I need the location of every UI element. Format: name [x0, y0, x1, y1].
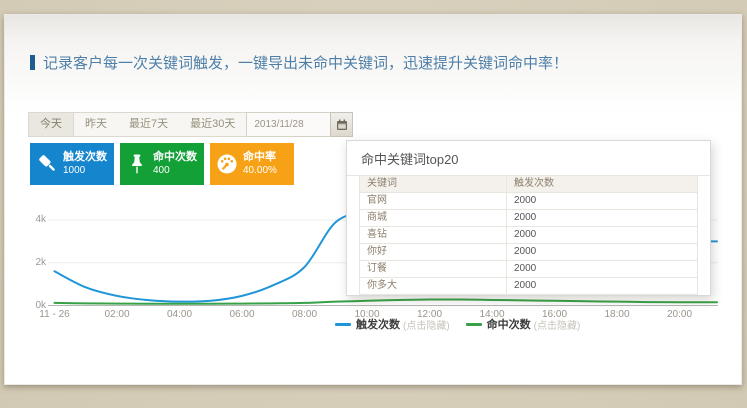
legend-hint: (点击隐藏)	[403, 317, 450, 332]
legend-label: 触发次数	[356, 316, 400, 332]
calendar-icon	[336, 119, 348, 131]
column-header-keyword: 关键词	[360, 176, 507, 193]
y-axis-tick: 4k	[24, 214, 46, 225]
table-header-row: 关键词 触发次数	[360, 176, 698, 193]
legend-label: 命中次数	[487, 316, 531, 332]
table-row: 商城2000	[360, 210, 698, 227]
stat-card-hit-rate[interactable]: 命中率 40.00%	[210, 143, 294, 185]
legend-hint: (点击隐藏)	[534, 317, 581, 332]
date-range-toolbar: 今天 昨天 最近7天 最近30天	[28, 112, 320, 137]
table-row: 喜钻2000	[360, 227, 698, 244]
cell-trigger-count: 2000	[507, 210, 698, 227]
popup-title: 命中关键词top20	[361, 149, 696, 168]
column-header-trigger-count: 触发次数	[507, 176, 698, 193]
stat-label: 命中次数	[153, 151, 197, 165]
cell-keyword: 订餐	[360, 261, 507, 278]
x-axis-tick: 06:00	[229, 309, 254, 320]
x-axis-tick: 18:00	[604, 309, 629, 320]
tab-today[interactable]: 今天	[28, 113, 74, 136]
stat-label: 命中率	[243, 151, 277, 165]
legend-item-triggers[interactable]: 触发次数 (点击隐藏)	[335, 316, 450, 332]
cell-keyword: 喜钻	[360, 227, 507, 244]
stat-cards: 触发次数 1000 命中次数 400	[30, 143, 294, 185]
date-input[interactable]	[246, 112, 330, 137]
legend-swatch-triggers	[335, 323, 351, 326]
cell-trigger-count: 2000	[507, 261, 698, 278]
stat-value: 1000	[63, 165, 107, 178]
table-row: 订餐2000	[360, 261, 698, 278]
x-axis-tick: 20:00	[667, 309, 692, 320]
tab-last7days[interactable]: 最近7天	[118, 113, 179, 136]
cell-trigger-count: 2000	[507, 193, 698, 210]
x-axis-tick: 11 - 26	[39, 309, 69, 320]
x-axis-tick: 08:00	[292, 309, 317, 320]
chart-legend: 触发次数 (点击隐藏) 命中次数 (点击隐藏)	[335, 316, 580, 332]
cell-trigger-count: 2000	[507, 227, 698, 244]
title-accent-bar	[30, 55, 35, 70]
stat-card-triggers[interactable]: 触发次数 1000	[30, 143, 114, 185]
y-axis-tick: 2k	[24, 257, 46, 268]
table-row: 你多大2000	[360, 278, 698, 295]
y-axis-tick: 0k	[24, 300, 46, 311]
date-picker	[246, 113, 352, 136]
table-row: 你好2000	[360, 244, 698, 261]
stat-value: 400	[153, 165, 197, 178]
cell-trigger-count: 2000	[507, 244, 698, 261]
x-axis-tick: 02:00	[104, 309, 129, 320]
gavel-icon	[30, 152, 63, 176]
tab-yesterday[interactable]: 昨天	[74, 113, 118, 136]
page-title-text: 记录客户每一次关键词触发，一键导出未命中关键词，迅速提升关键词命中率！	[43, 55, 568, 72]
page-background: 记录客户每一次关键词触发，一键导出未命中关键词，迅速提升关键词命中率！ 今天 昨…	[0, 0, 747, 408]
cell-keyword: 商城	[360, 210, 507, 227]
top-keywords-popup: 命中关键词top20 关键词 触发次数 官网2000商城2000喜钻2000你好…	[346, 140, 711, 296]
stat-label: 触发次数	[63, 151, 107, 165]
stat-card-hits[interactable]: 命中次数 400	[120, 143, 204, 185]
legend-item-hits[interactable]: 命中次数 (点击隐藏)	[466, 316, 581, 332]
cell-keyword: 官网	[360, 193, 507, 210]
cell-keyword: 你好	[360, 244, 507, 261]
cell-trigger-count: 2000	[507, 278, 698, 295]
tab-last30days[interactable]: 最近30天	[179, 113, 246, 136]
page-title: 记录客户每一次关键词触发，一键导出未命中关键词，迅速提升关键词命中率！	[30, 52, 568, 73]
keywords-table: 关键词 触发次数 官网2000商城2000喜钻2000你好2000订餐2000你…	[359, 175, 698, 295]
pushpin-icon	[120, 152, 153, 176]
stat-value: 40.00%	[243, 165, 277, 178]
gauge-icon	[210, 152, 243, 176]
cell-keyword: 你多大	[360, 278, 507, 295]
legend-swatch-hits	[466, 323, 482, 326]
x-axis-tick: 04:00	[167, 309, 192, 320]
table-row: 官网2000	[360, 193, 698, 210]
calendar-button[interactable]	[330, 112, 353, 137]
